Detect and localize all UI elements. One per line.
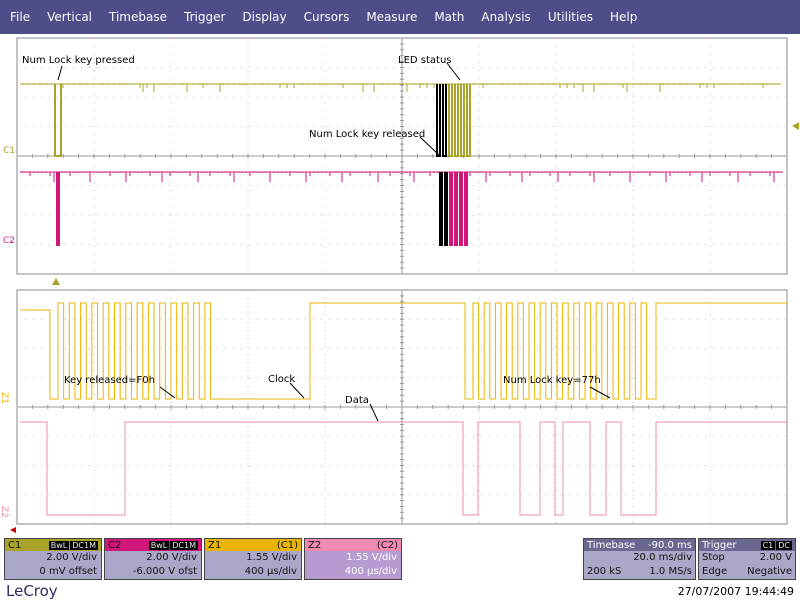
annotation-led-status: LED status [398, 55, 452, 66]
trace-label-c1: C1 [3, 146, 15, 156]
annotation-num-lock-released: Num Lock key released [309, 129, 425, 140]
annotation-data: Data [345, 395, 369, 406]
zoom-z1-source: (C1) [276, 539, 298, 551]
trigger-level: 2.00 V [759, 552, 792, 563]
menu-trigger[interactable]: Trigger [174, 10, 232, 24]
annotation-num-lock-pressed: Num Lock key pressed [22, 55, 135, 66]
annotation-clock: Clock [268, 374, 295, 385]
channel-c1-offset: 0 mV offset [39, 566, 97, 577]
channel-c2-id: C2 [108, 539, 122, 551]
trace-c2-burst [464, 172, 468, 246]
timebase-title: Timebase [587, 539, 636, 551]
timebase-per-div: 20.0 ms/div [633, 552, 692, 563]
channel-c1-id: C1 [8, 539, 22, 551]
annotation-key-released: Key released=F0h [64, 375, 155, 386]
zoom-z2-timebase: 400 µs/div [344, 566, 397, 577]
channel-c1-panel[interactable]: C1 BwL DC1M 2.00 V/div 0 mV offset [4, 538, 102, 580]
channel-info-bar: C1 BwL DC1M 2.00 V/div 0 mV offset C2 BwL… [0, 536, 800, 582]
menu-cursors[interactable]: Cursors [294, 10, 357, 24]
zoom-z1-id: Z1 [208, 539, 222, 551]
menu-file[interactable]: File [0, 10, 37, 24]
channel-c2-bw-badge: BwL [148, 540, 170, 550]
timebase-delay: -90.0 ms [647, 539, 692, 551]
menu-timebase[interactable]: Timebase [99, 10, 174, 24]
timebase-rate: 1.0 MS/s [649, 566, 692, 577]
channel-c1-scale: 2.00 V/div [46, 552, 97, 563]
menu-help[interactable]: Help [600, 10, 644, 24]
zoom-z1-panel[interactable]: Z1 (C1) 1.55 V/div 400 µs/div [204, 538, 302, 580]
trace-c2-burst [439, 172, 443, 246]
menu-utilities[interactable]: Utilities [538, 10, 600, 24]
trigger-coupling-badge: DC [776, 540, 792, 550]
trigger-slope: Negative [747, 566, 792, 577]
zoom-z1-timebase: 400 µs/div [244, 566, 297, 577]
menu-bar: File Vertical Timebase Trigger Display C… [0, 0, 800, 34]
zoom-z1-scale: 1.55 V/div [246, 552, 297, 563]
channel-c2-offset: -6.000 V ofst [132, 566, 197, 577]
trace-label-z1: Z1 [0, 392, 9, 404]
channel-c1-bw-badge: BwL [48, 540, 70, 550]
trigger-title: Trigger [702, 539, 737, 551]
menu-vertical[interactable]: Vertical [37, 10, 99, 24]
trace-c2-burst [454, 172, 458, 246]
timebase-panel[interactable]: Timebase -90.0 ms 20.0 ms/div 200 kS 1.0 M… [583, 538, 696, 580]
trigger-panel[interactable]: Trigger C1 DC Stop 2.00 V Edge Negative [698, 538, 796, 580]
date-time: 27/07/2007 19:44:49 [677, 585, 794, 598]
trace-c2-burst [459, 172, 463, 246]
trigger-mode: Stop [702, 552, 725, 563]
trace-label-z2: Z2 [0, 506, 9, 518]
zoom-z2-source: (C2) [376, 539, 398, 551]
trace-c2-burst [449, 172, 453, 246]
menu-analysis[interactable]: Analysis [471, 10, 537, 24]
trigger-type: Edge [702, 566, 728, 577]
footer: LeCroy 27/07/2007 19:44:49 [0, 582, 800, 600]
zoom-z2-id: Z2 [308, 539, 322, 551]
menu-math[interactable]: Math [424, 10, 471, 24]
menu-display[interactable]: Display [232, 10, 293, 24]
trigger-source-badge: C1 [760, 540, 776, 550]
zoom-z2-panel[interactable]: Z2 (C2) 1.55 V/div 400 µs/div [304, 538, 402, 580]
trace-c2-pulse [56, 172, 60, 246]
lecroy-logo: LeCroy [6, 582, 58, 600]
channel-c2-coupling-badge: DC1M [170, 540, 198, 550]
annotation-num-lock-key: Num Lock key=77h [503, 375, 601, 386]
zoom-z2-scale: 1.55 V/div [346, 552, 397, 563]
channel-c1-coupling-badge: DC1M [70, 540, 98, 550]
menu-measure[interactable]: Measure [356, 10, 424, 24]
channel-c2-scale: 2.00 V/div [146, 552, 197, 563]
trace-c2-burst [444, 172, 448, 246]
trace-label-c2: C2 [3, 236, 15, 246]
channel-c2-panel[interactable]: C2 BwL DC1M 2.00 V/div -6.000 V ofst [104, 538, 202, 580]
scope-display[interactable]: Num Lock key pressed LED status Num Lock… [0, 34, 800, 534]
timebase-samples: 200 kS [587, 566, 622, 577]
